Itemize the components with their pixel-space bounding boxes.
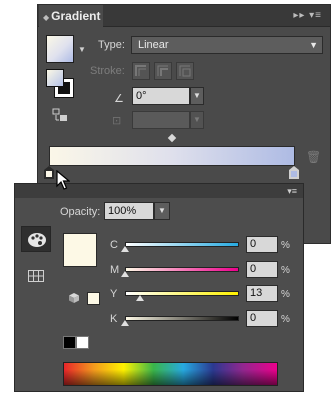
angle-dropdown-button[interactable]: ▼	[190, 87, 204, 105]
aspect-ratio-field	[132, 111, 190, 129]
percent-label: %	[281, 240, 290, 251]
collapse-arrows-icon[interactable]: ◆	[43, 13, 49, 22]
cyan-label: C	[110, 239, 118, 251]
mouse-pointer-icon	[56, 169, 71, 190]
percent-label: %	[281, 265, 290, 276]
yellow-value-field[interactable]: 13	[246, 285, 278, 302]
yellow-slider-thumb[interactable]	[135, 295, 144, 301]
stroke-label: Stroke:	[90, 65, 125, 77]
palette-icon	[28, 233, 46, 247]
cyan-slider-thumb[interactable]	[121, 246, 129, 252]
stroke-across-button[interactable]	[176, 62, 194, 80]
cyan-slider[interactable]	[125, 242, 239, 247]
percent-label: %	[281, 314, 290, 325]
color-spectrum[interactable]	[63, 362, 278, 386]
type-label: Type:	[98, 39, 125, 51]
gradient-slider[interactable]	[49, 146, 295, 166]
trash-icon[interactable]: 🗑	[306, 150, 321, 164]
magenta-slider[interactable]	[125, 267, 239, 272]
gradient-stop-start[interactable]	[44, 166, 54, 179]
angle-field[interactable]: 0°	[132, 87, 190, 105]
color-tab[interactable]	[21, 226, 51, 252]
gradient-panel-title: Gradient	[51, 9, 101, 23]
magenta-slider-thumb[interactable]	[121, 271, 129, 277]
black-value-field[interactable]: 0	[246, 310, 278, 327]
opacity-dropdown-button[interactable]: ▼	[154, 202, 170, 220]
chevron-down-icon[interactable]: ▼	[78, 45, 86, 54]
percent-label: %	[281, 289, 290, 300]
white-swatch[interactable]	[76, 336, 89, 349]
stroke-along-button[interactable]	[154, 62, 172, 80]
aspect-ratio-dropdown-button: ▼	[190, 111, 204, 129]
reverse-gradient-icon[interactable]	[52, 108, 68, 122]
gradient-panel-tab[interactable]: ◆ Gradient	[39, 5, 103, 27]
panel-menu-icon[interactable]: ▸▸ ▾≡	[293, 5, 322, 27]
angle-icon: ∠	[114, 93, 124, 105]
magenta-value-field[interactable]: 0	[246, 261, 278, 278]
magenta-label: M	[110, 264, 120, 276]
panel-menu-icon[interactable]: ▾≡	[287, 184, 297, 198]
black-label: K	[110, 313, 118, 325]
gamut-color-swatch[interactable]	[87, 292, 100, 305]
current-color-swatch[interactable]	[63, 233, 97, 267]
type-select[interactable]: Linear ▼	[131, 36, 323, 54]
black-swatch[interactable]	[63, 336, 76, 349]
black-slider-thumb[interactable]	[121, 320, 129, 326]
gradient-panel-header[interactable]: ◆ Gradient ▸▸ ▾≡	[38, 5, 330, 27]
swatch-grid-icon[interactable]	[28, 270, 44, 282]
gradient-thumbnail[interactable]	[46, 35, 74, 63]
fill-box[interactable]	[46, 69, 64, 87]
cyan-value-field[interactable]: 0	[246, 236, 278, 253]
black-slider[interactable]	[125, 316, 239, 321]
type-select-value: Linear	[138, 39, 169, 51]
stroke-within-button[interactable]	[132, 62, 150, 80]
chevron-down-icon: ▼	[309, 40, 318, 50]
gradient-midpoint-diamond[interactable]	[167, 133, 177, 143]
yellow-label: Y	[110, 288, 118, 300]
out-of-gamut-cube-icon[interactable]	[68, 292, 80, 304]
aspect-ratio-icon: ⊡	[112, 115, 122, 127]
opacity-label: Opacity:	[60, 206, 101, 218]
gradient-stop-end[interactable]	[289, 166, 299, 179]
opacity-field[interactable]: 100%	[104, 202, 154, 220]
color-panel: ▾≡ Opacity: 100% ▼ C 0 % M 0 % Y 13 % K …	[14, 183, 304, 392]
